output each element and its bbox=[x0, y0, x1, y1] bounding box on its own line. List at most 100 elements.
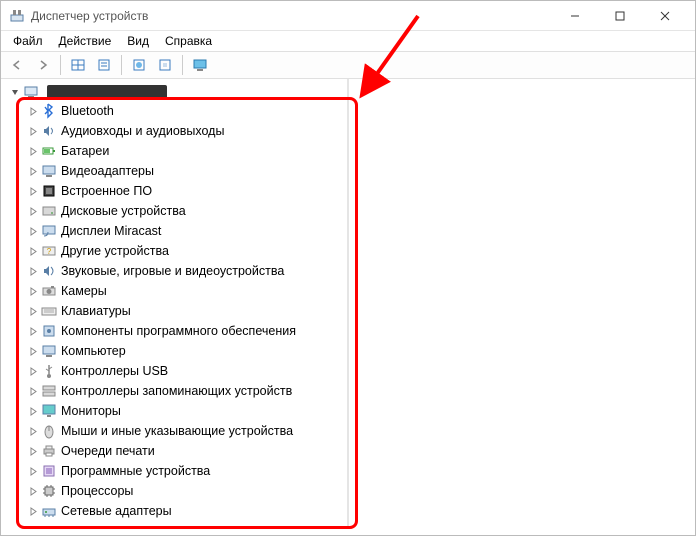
expander-icon[interactable] bbox=[27, 127, 39, 136]
svg-text:?: ? bbox=[47, 247, 52, 256]
tree-item-label: Компьютер bbox=[61, 344, 126, 358]
forward-button[interactable] bbox=[31, 54, 55, 76]
scan-button[interactable] bbox=[153, 54, 177, 76]
tree-item[interactable]: Контроллеры запоминающих устройств bbox=[5, 381, 347, 401]
menu-file[interactable]: Файл bbox=[5, 32, 51, 50]
menu-view[interactable]: Вид bbox=[119, 32, 157, 50]
printer-icon bbox=[41, 443, 57, 459]
back-button[interactable] bbox=[5, 54, 29, 76]
device-tree-pane[interactable]: Bluetooth Аудиовходы и аудиовыходы Батареи… bbox=[1, 79, 349, 527]
expander-icon[interactable] bbox=[27, 327, 39, 336]
statusbar bbox=[1, 527, 695, 535]
tree-item-label: Батареи bbox=[61, 144, 109, 158]
tree-item[interactable]: Батареи bbox=[5, 141, 347, 161]
expander-icon[interactable] bbox=[27, 447, 39, 456]
network-icon bbox=[41, 503, 57, 519]
tree-item[interactable]: Компьютер bbox=[5, 341, 347, 361]
expander-icon[interactable] bbox=[27, 307, 39, 316]
expander-icon[interactable] bbox=[27, 147, 39, 156]
details-pane bbox=[349, 79, 695, 527]
expander-icon[interactable] bbox=[27, 287, 39, 296]
maximize-button[interactable] bbox=[597, 2, 642, 30]
tree-item-label: Другие устройства bbox=[61, 244, 169, 258]
menu-action[interactable]: Действие bbox=[51, 32, 120, 50]
storage-ctrl-icon bbox=[41, 383, 57, 399]
keyboard-icon bbox=[41, 303, 57, 319]
tree-item[interactable]: Дисковые устройства bbox=[5, 201, 347, 221]
help-button[interactable] bbox=[127, 54, 151, 76]
tree-item[interactable]: Камеры bbox=[5, 281, 347, 301]
tree-item-label: Дисковые устройства bbox=[61, 204, 186, 218]
computer-button[interactable] bbox=[188, 54, 212, 76]
device-manager-window: Диспетчер устройств Файл Действие Вид Сп… bbox=[0, 0, 696, 536]
show-hidden-button[interactable] bbox=[66, 54, 90, 76]
tree-item[interactable]: Компоненты программного обеспечения bbox=[5, 321, 347, 341]
tree-item-label: Встроенное ПО bbox=[61, 184, 152, 198]
tree-item[interactable]: Клавиатуры bbox=[5, 301, 347, 321]
tree-item[interactable]: Процессоры bbox=[5, 481, 347, 501]
tree-item-label: Контроллеры USB bbox=[61, 364, 168, 378]
display-adapter-icon bbox=[41, 163, 57, 179]
menu-help[interactable]: Справка bbox=[157, 32, 220, 50]
mouse-icon bbox=[41, 423, 57, 439]
monitor-icon bbox=[41, 403, 57, 419]
tree-item[interactable]: Видеоадаптеры bbox=[5, 161, 347, 181]
tree-item[interactable]: Звуковые, игровые и видеоустройства bbox=[5, 261, 347, 281]
sound-icon bbox=[41, 263, 57, 279]
tree-item[interactable]: Мыши и иные указывающие устройства bbox=[5, 421, 347, 441]
expander-icon[interactable] bbox=[27, 387, 39, 396]
tree-item-label: Сетевые адаптеры bbox=[61, 504, 172, 518]
audio-icon bbox=[41, 123, 57, 139]
expander-icon[interactable] bbox=[9, 88, 21, 97]
window-title: Диспетчер устройств bbox=[31, 9, 552, 23]
expander-icon[interactable] bbox=[27, 207, 39, 216]
tree-item-label: Мониторы bbox=[61, 404, 121, 418]
tree-item[interactable]: Дисплеи Miracast bbox=[5, 221, 347, 241]
tree-item[interactable]: Аудиовходы и аудиовыходы bbox=[5, 121, 347, 141]
tree-item-label: Дисплеи Miracast bbox=[61, 224, 161, 238]
expander-icon[interactable] bbox=[27, 167, 39, 176]
tree-item-label: Процессоры bbox=[61, 484, 133, 498]
properties-button[interactable] bbox=[92, 54, 116, 76]
toolbar bbox=[1, 51, 695, 79]
software-dev-icon bbox=[41, 463, 57, 479]
tree-item[interactable]: Очереди печати bbox=[5, 441, 347, 461]
expander-icon[interactable] bbox=[27, 247, 39, 256]
expander-icon[interactable] bbox=[27, 407, 39, 416]
menubar: Файл Действие Вид Справка bbox=[1, 31, 695, 51]
expander-icon[interactable] bbox=[27, 347, 39, 356]
battery-icon bbox=[41, 143, 57, 159]
expander-icon[interactable] bbox=[27, 467, 39, 476]
tree-item-label: Аудиовходы и аудиовыходы bbox=[61, 124, 224, 138]
tree-item[interactable]: Мониторы bbox=[5, 401, 347, 421]
usb-icon bbox=[41, 363, 57, 379]
tree-item-label: Контроллеры запоминающих устройств bbox=[61, 384, 292, 398]
titlebar: Диспетчер устройств bbox=[1, 1, 695, 31]
tree-item[interactable]: Bluetooth bbox=[5, 101, 347, 121]
expander-icon[interactable] bbox=[27, 187, 39, 196]
expander-icon[interactable] bbox=[27, 227, 39, 236]
app-icon bbox=[9, 8, 25, 24]
tree-item[interactable]: Сетевые адаптеры bbox=[5, 501, 347, 521]
tree-item[interactable]: Встроенное ПО bbox=[5, 181, 347, 201]
expander-icon[interactable] bbox=[27, 367, 39, 376]
close-button[interactable] bbox=[642, 2, 687, 30]
firmware-icon bbox=[41, 183, 57, 199]
minimize-button[interactable] bbox=[552, 2, 597, 30]
window-controls bbox=[552, 2, 687, 30]
tree-item-label: Очереди печати bbox=[61, 444, 155, 458]
software-icon bbox=[41, 323, 57, 339]
expander-icon[interactable] bbox=[27, 507, 39, 516]
tree-item[interactable]: Контроллеры USB bbox=[5, 361, 347, 381]
tree-item[interactable]: Программные устройства bbox=[5, 461, 347, 481]
root-node[interactable] bbox=[5, 83, 347, 101]
expander-icon[interactable] bbox=[27, 487, 39, 496]
tree-item-label: Видеоадаптеры bbox=[61, 164, 154, 178]
tree-item-label: Bluetooth bbox=[61, 104, 114, 118]
tree-item[interactable]: ? Другие устройства bbox=[5, 241, 347, 261]
expander-icon[interactable] bbox=[27, 427, 39, 436]
expander-icon[interactable] bbox=[27, 107, 39, 116]
toolbar-separator bbox=[182, 55, 183, 75]
disk-icon bbox=[41, 203, 57, 219]
expander-icon[interactable] bbox=[27, 267, 39, 276]
